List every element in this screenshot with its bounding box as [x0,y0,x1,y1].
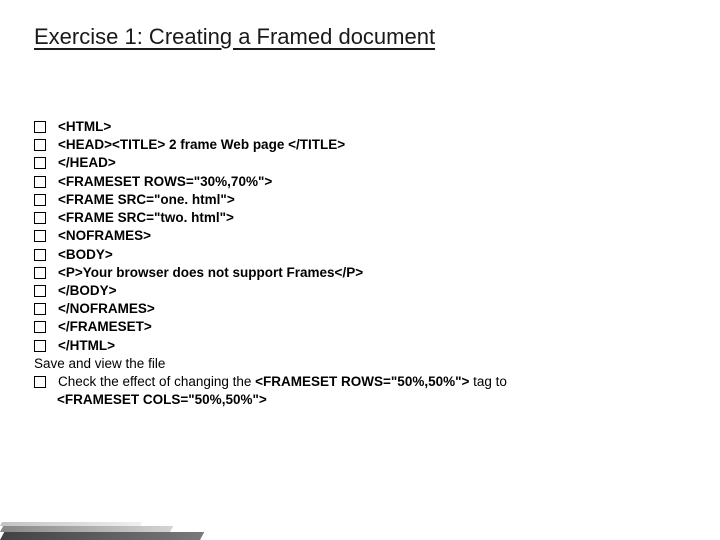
body-line: </BODY> [34,282,686,300]
body-line: Check the effect of changing the <FRAMES… [34,373,686,391]
body-line: <FRAME SRC="one. html"> [34,191,686,209]
body-text: <BODY> [58,246,686,264]
bullet-square-icon [34,321,46,333]
body-text: <FRAME SRC="two. html"> [58,209,686,227]
slide: Exercise 1: Creating a Framed document <… [0,0,720,540]
body-text: </HTML> [58,337,686,355]
body-line: </HTML> [34,337,686,355]
body-line: <BODY> [34,246,686,264]
body-line: <P>Your browser does not support Frames<… [34,264,686,282]
bullet-square-icon [34,285,46,297]
body-text: </FRAMESET> [58,318,686,336]
decorative-corner [0,504,200,540]
body-text: <HTML> [58,118,686,136]
body-line: <HTML> [34,118,686,136]
body-line: <FRAME SRC="two. html"> [34,209,686,227]
bullet-square-icon [34,303,46,315]
slide-title: Exercise 1: Creating a Framed document [34,24,686,50]
body-line: </HEAD> [34,154,686,172]
bullet-square-icon [34,340,46,352]
body-text: <HEAD><TITLE> 2 frame Web page </TITLE> [58,136,686,154]
bullet-square-icon [34,249,46,261]
body-text: <FRAMESET ROWS="30%,70%"> [58,173,686,191]
bullet-square-icon [34,157,46,169]
slide-body: <HTML><HEAD><TITLE> 2 frame Web page </T… [34,118,686,410]
body-text: <P>Your browser does not support Frames<… [58,264,686,282]
body-text: <FRAME SRC="one. html"> [58,191,686,209]
bullet-square-icon [34,176,46,188]
body-line: </NOFRAMES> [34,300,686,318]
bullet-square-icon [34,267,46,279]
bullet-square-icon [34,139,46,151]
body-line: </FRAMESET> [34,318,686,336]
body-line: <HEAD><TITLE> 2 frame Web page </TITLE> [34,136,686,154]
body-text: Check the effect of changing the <FRAMES… [58,373,686,391]
body-line: <FRAMESET COLS="50%,50%"> [34,391,686,409]
body-text: </NOFRAMES> [58,300,686,318]
body-text: <FRAMESET COLS="50%,50%"> [57,392,267,407]
bullet-square-icon [34,194,46,206]
body-line: <FRAMESET ROWS="30%,70%"> [34,173,686,191]
bullet-square-icon [34,121,46,133]
body-line: <NOFRAMES> [34,227,686,245]
body-text: </HEAD> [58,154,686,172]
body-line: Save and view the file [34,355,686,373]
body-text: <NOFRAMES> [58,227,686,245]
body-text: </BODY> [58,282,686,300]
bullet-square-icon [34,376,46,388]
body-text: Save and view the file [34,356,165,371]
bullet-square-icon [34,212,46,224]
bullet-square-icon [34,230,46,242]
